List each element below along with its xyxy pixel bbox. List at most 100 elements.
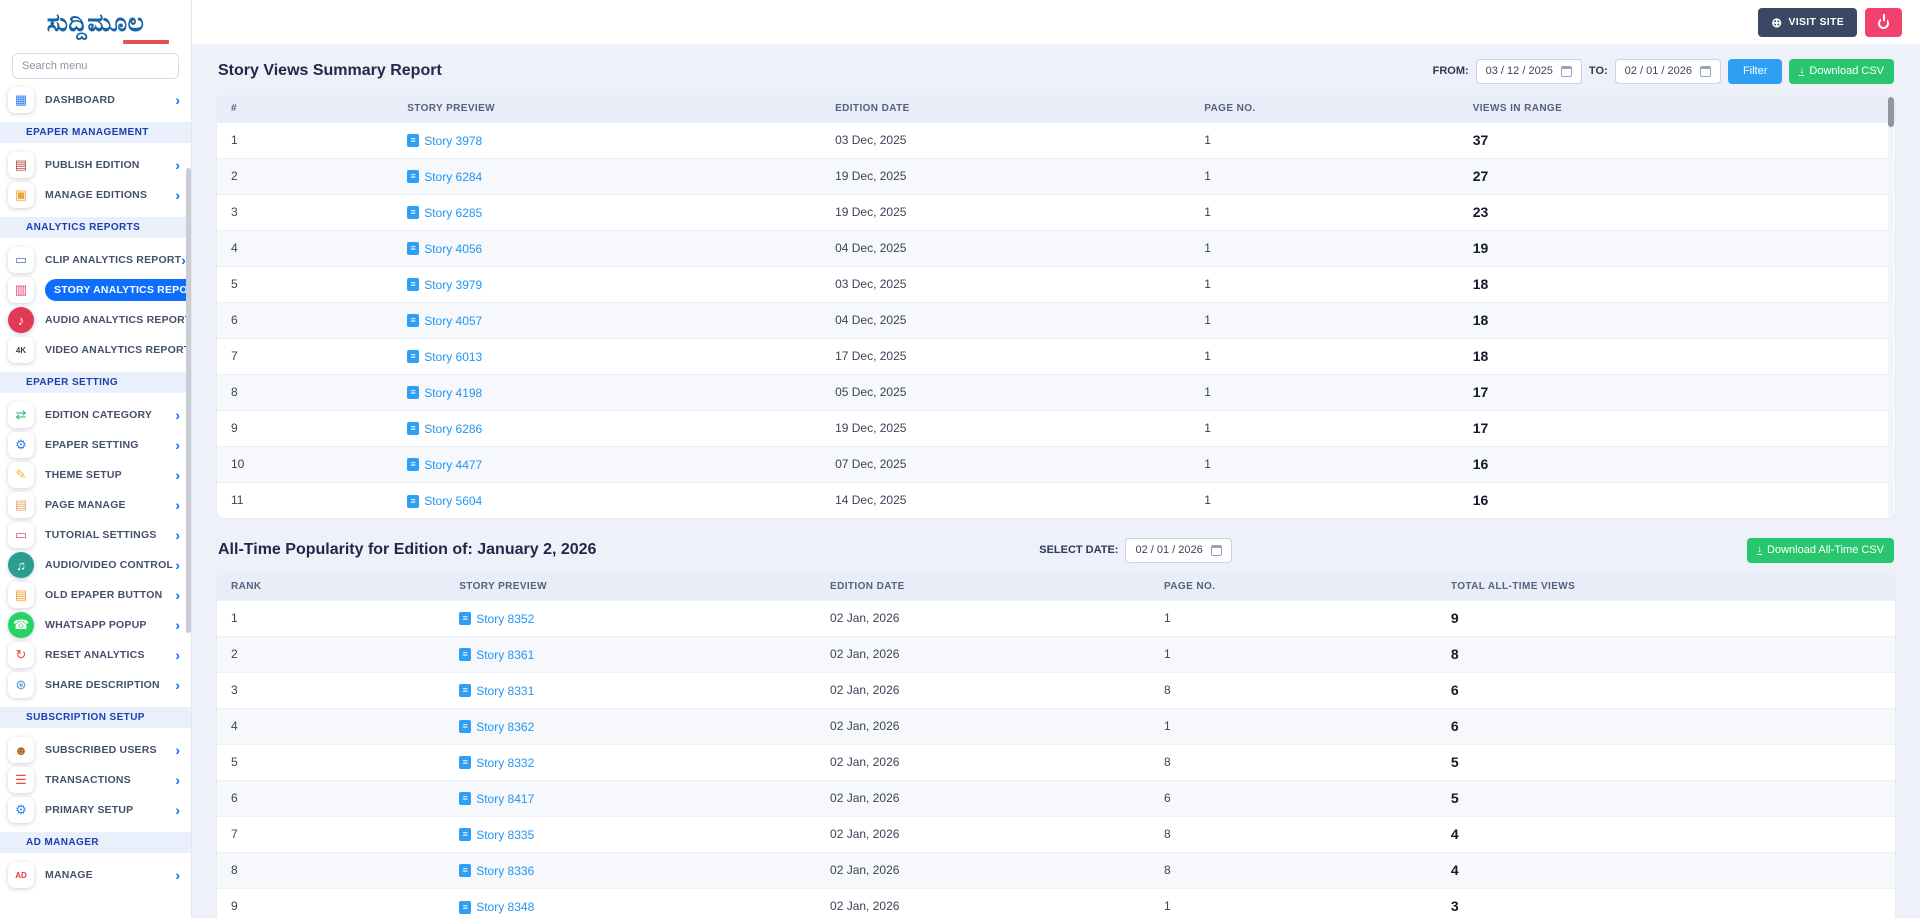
column-header-rank: RANK (217, 574, 445, 600)
sidebar-item-old-epaper-button[interactable]: ▤OLD EPAPER BUTTON› (0, 580, 191, 610)
sidebar-item-share-description[interactable]: ⊛SHARE DESCRIPTION› (0, 670, 191, 700)
cell-page-no: 1 (1190, 230, 1458, 266)
column-header-views-in-range: VIEWS IN RANGE (1459, 96, 1895, 122)
table-row: 11≡Story 560414 Dec, 2025116 (217, 482, 1895, 518)
sidebar-item-whatsapp-popup[interactable]: ☎WHATSAPP POPUP› (0, 610, 191, 640)
to-date-input[interactable]: 02 / 01 / 2026 (1615, 59, 1721, 84)
cell-views: 8 (1437, 636, 1895, 672)
user-icon: ☻ (8, 737, 34, 763)
story-link[interactable]: ≡Story 8348 (459, 900, 534, 914)
sidebar-item-transactions[interactable]: ☰TRANSACTIONS› (0, 765, 191, 795)
sidebar-item-page-manage[interactable]: ▤PAGE MANAGE› (0, 490, 191, 520)
story-link[interactable]: ≡Story 4477 (407, 458, 482, 472)
sidebar-item-dashboard[interactable]: ▦DASHBOARD› (0, 85, 191, 115)
story-link[interactable]: ≡Story 4198 (407, 386, 482, 400)
story-link[interactable]: ≡Story 3979 (407, 278, 482, 292)
cell-rank: 3 (217, 672, 445, 708)
cell-story-preview: ≡Story 8352 (445, 600, 816, 636)
story-file-icon: ≡ (407, 170, 419, 183)
select-date-input[interactable]: 02 / 01 / 2026 (1125, 538, 1231, 563)
sidebar-item-manage-editions[interactable]: ▣MANAGE EDITIONS› (0, 180, 191, 210)
story-file-icon: ≡ (407, 495, 419, 508)
story-link-label: Story 6013 (424, 350, 482, 364)
cell-story-preview: ≡Story 4057 (393, 302, 821, 338)
sidebar-item-tutorial-settings[interactable]: ▭TUTORIAL SETTINGS› (0, 520, 191, 550)
story-link[interactable]: ≡Story 6284 (407, 170, 482, 184)
cell-views: 5 (1437, 744, 1895, 780)
sidebar-item-story-analytics-report[interactable]: ▥STORY ANALYTICS REPORT (0, 275, 191, 305)
cell-views: 37 (1459, 122, 1895, 158)
sidebar-item-theme-setup[interactable]: ✎THEME SETUP› (0, 460, 191, 490)
cell-story-preview: ≡Story 8335 (445, 816, 816, 852)
visit-site-button[interactable]: ⊕ VISIT SITE (1758, 8, 1857, 37)
story-link[interactable]: ≡Story 6013 (407, 350, 482, 364)
sidebar-item-reset-analytics[interactable]: ↻RESET ANALYTICS› (0, 640, 191, 670)
story-link[interactable]: ≡Story 3978 (407, 134, 482, 148)
story-link[interactable]: ≡Story 5604 (407, 494, 482, 508)
cell-rank: 4 (217, 708, 445, 744)
story-link[interactable]: ≡Story 6285 (407, 206, 482, 220)
story-link[interactable]: ≡Story 8335 (459, 828, 534, 842)
sidebar-scrollbar[interactable] (186, 168, 191, 633)
story-file-icon: ≡ (407, 422, 419, 435)
column-header-edition-date: EDITION DATE (821, 96, 1190, 122)
brand-logo[interactable]: ಸುದ್ದಿಮೂಲ (0, 0, 191, 44)
whatsapp-icon: ☎ (8, 612, 34, 638)
story-link[interactable]: ≡Story 8362 (459, 720, 534, 734)
old-epaper-icon: ▤ (8, 582, 34, 608)
story-link-label: Story 8417 (476, 792, 534, 806)
cell-edition-date: 02 Jan, 2026 (816, 672, 1150, 708)
table-scrollbar[interactable] (1888, 97, 1894, 517)
from-date-input[interactable]: 03 / 12 / 2025 (1476, 59, 1582, 84)
visit-site-label: VISIT SITE (1788, 16, 1844, 28)
table-scrollbar-thumb[interactable] (1888, 97, 1894, 127)
search-input[interactable] (12, 53, 179, 79)
cell-edition-date: 19 Dec, 2025 (821, 194, 1190, 230)
sidebar-item-epaper-setting[interactable]: ⚙EPAPER SETTING› (0, 430, 191, 460)
story-link[interactable]: ≡Story 8336 (459, 864, 534, 878)
story-file-icon: ≡ (407, 134, 419, 147)
sidebar-item-audio-video-control[interactable]: ♫AUDIO/VIDEO CONTROL› (0, 550, 191, 580)
cell-story-preview: ≡Story 8361 (445, 636, 816, 672)
sidebar-item-edition-category[interactable]: ⇄EDITION CATEGORY› (0, 400, 191, 430)
story-link[interactable]: ≡Story 6286 (407, 422, 482, 436)
sidebar-item-manage[interactable]: ADMANAGE› (0, 860, 191, 890)
story-file-icon: ≡ (459, 792, 471, 805)
sidebar-item-subscribed-users[interactable]: ☻SUBSCRIBED USERS› (0, 735, 191, 765)
chevron-right-icon: › (175, 438, 180, 452)
sidebar-item-clip-analytics-report[interactable]: ▭CLIP ANALYTICS REPORT› (0, 245, 191, 275)
filter-button[interactable]: Filter (1728, 59, 1782, 84)
folders-icon: ▣ (8, 182, 34, 208)
cell-page-no: 1 (1190, 122, 1458, 158)
sidebar-item-publish-edition[interactable]: ▤PUBLISH EDITION› (0, 150, 191, 180)
cell-edition-date: 05 Dec, 2025 (821, 374, 1190, 410)
download-csv-button[interactable]: ↓ Download CSV (1789, 59, 1894, 84)
story-link-label: Story 3979 (424, 278, 482, 292)
video-report-icon: 4K (8, 337, 34, 363)
story-link[interactable]: ≡Story 8331 (459, 684, 534, 698)
brush-icon: ✎ (8, 462, 34, 488)
logout-power-button[interactable] (1865, 8, 1902, 37)
cell-rank: 2 (217, 158, 393, 194)
story-link[interactable]: ≡Story 8332 (459, 756, 534, 770)
cell-views: 9 (1437, 600, 1895, 636)
sidebar-item-audio-analytics-report[interactable]: ♪AUDIO ANALYTICS REPORT (0, 305, 191, 335)
cell-page-no: 8 (1150, 744, 1437, 780)
story-link[interactable]: ≡ Story 8417 (459, 792, 534, 806)
story-link[interactable]: ≡Story 8361 (459, 648, 534, 662)
sidebar-item-primary-setup[interactable]: ⚙PRIMARY SETUP› (0, 795, 191, 825)
chevron-right-icon: › (175, 468, 180, 482)
sidebar-item-video-analytics-report[interactable]: 4KVIDEO ANALYTICS REPORT (0, 335, 191, 365)
story-link[interactable]: ≡Story 8352 (459, 612, 534, 626)
av-control-icon: ♫ (8, 552, 34, 578)
table-row: 8≡Story 833602 Jan, 202684 (217, 852, 1895, 888)
story-link[interactable]: ≡Story 4056 (407, 242, 482, 256)
story-file-icon: ≡ (459, 684, 471, 697)
cell-page-no: 1 (1190, 338, 1458, 374)
story-link-label: Story 8336 (476, 864, 534, 878)
chevron-right-icon: › (175, 188, 180, 202)
download-alltime-csv-button[interactable]: ↓ Download All-Time CSV (1747, 538, 1894, 563)
story-views-table: #STORY PREVIEWEDITION DATEPAGE NO.VIEWS … (217, 96, 1895, 518)
sidebar-section-epaper-setting: EPAPER SETTING (0, 372, 191, 393)
story-link[interactable]: ≡Story 4057 (407, 314, 482, 328)
